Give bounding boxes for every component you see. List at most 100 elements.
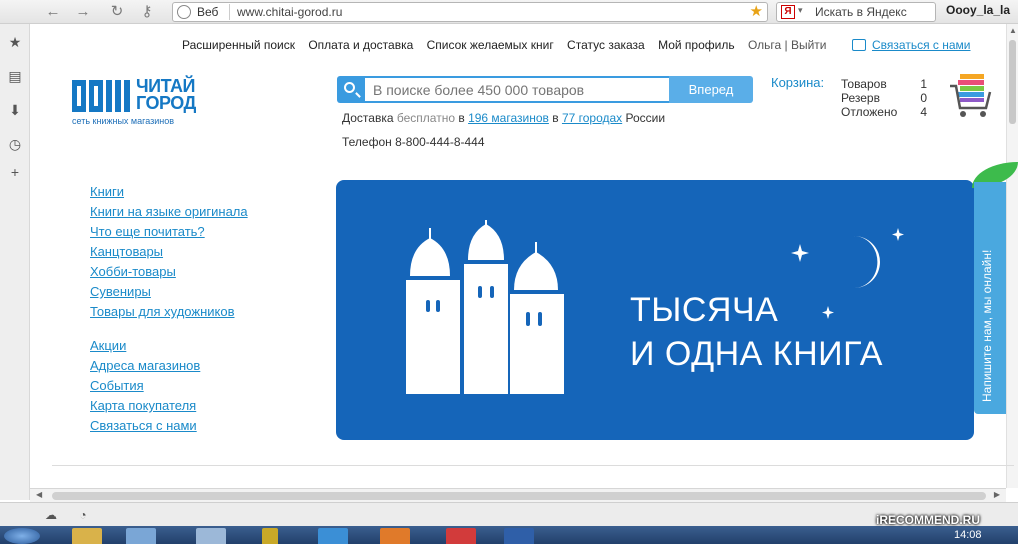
delivery-text-3: в (552, 111, 559, 125)
browser-user-name[interactable]: Oooy_la_la (946, 3, 1010, 17)
info-link[interactable]: Акции (90, 336, 200, 356)
category-link[interactable]: Хобби-товары (90, 262, 248, 282)
info-link[interactable]: Связаться с нами (90, 416, 200, 436)
address-bar[interactable]: Веб www.chitai-gorod.ru ★ (172, 2, 768, 22)
cloud-icon[interactable]: ☁ (44, 508, 58, 522)
top-link-profile[interactable]: Мой профиль (658, 38, 735, 52)
scroll-left-icon[interactable]: ◀ (36, 490, 42, 499)
back-icon[interactable]: ← (44, 3, 62, 21)
cart-row: Резерв 0 (841, 91, 927, 105)
info-link[interactable]: Адреса магазинов (90, 356, 200, 376)
delivery-info: Доставка бесплатно в 196 магазинов в 77 … (342, 111, 665, 125)
online-chat-tab[interactable]: Напишите нам, мы онлайн! (974, 182, 1006, 414)
note-icon[interactable]: ▤ (7, 68, 23, 84)
cart-summary[interactable]: Товаров 1 Резерв 0 Отложено 4 (841, 77, 927, 119)
vertical-scroll-thumb[interactable] (1009, 40, 1016, 124)
clock-icon[interactable]: ◷ (7, 136, 23, 152)
cart-row-value: 4 (920, 105, 927, 119)
category-link[interactable]: Канцтовары (90, 242, 248, 262)
opera-task-icon[interactable] (446, 528, 476, 544)
top-link-payment[interactable]: Оплата и доставка (308, 38, 413, 52)
divider (52, 465, 1014, 466)
horizontal-scrollbar[interactable]: ◀ ▶ (30, 488, 1006, 502)
info-links: Акции Адреса магазинов События Карта пок… (90, 336, 200, 436)
category-link[interactable]: Книги (90, 182, 248, 202)
search-icon-button[interactable] (337, 76, 365, 103)
cart-row: Отложено 4 (841, 105, 927, 119)
logo-mark-icon (72, 80, 130, 112)
yandex-search-placeholder[interactable]: Искать в Яндекс (815, 5, 907, 19)
site-search: Вперед (337, 76, 753, 103)
category-link[interactable]: Что еще почитать? (90, 222, 248, 242)
star-icon[interactable]: ★ (7, 34, 23, 50)
word-task-icon[interactable] (504, 528, 534, 544)
cities-link[interactable]: 77 городах (562, 111, 622, 125)
speed-icon[interactable]: ◔ (76, 508, 90, 522)
top-link-advanced-search[interactable]: Расширенный поиск (182, 38, 295, 52)
category-link[interactable]: Книги на языке оригинала (90, 202, 248, 222)
app-task-icon[interactable] (380, 528, 410, 544)
forward-icon[interactable]: → (74, 3, 92, 21)
cart-row-value: 0 (920, 91, 927, 105)
explorer-task-icon[interactable] (72, 528, 102, 544)
app-task-icon[interactable] (126, 528, 156, 544)
contact-us-top-link[interactable]: Связаться с нами (852, 38, 970, 52)
top-link-user-logout[interactable]: Ольга | Выйти (748, 38, 827, 52)
app-task-icon[interactable] (196, 528, 226, 544)
browser-toolbar: ← → ↻ ⚷ Веб www.chitai-gorod.ru ★ Я ▾ Ис… (0, 0, 1018, 24)
contact-us-top-label[interactable]: Связаться с нами (872, 38, 970, 52)
cart-label[interactable]: Корзина: (771, 75, 824, 90)
yandex-search-box[interactable]: Я ▾ Искать в Яндекс (776, 2, 936, 22)
cart-row-value: 1 (920, 77, 927, 91)
browser-side-panel: ★ ▤ ⬇ ◷ + (0, 24, 30, 500)
banner-headline: ТЫСЯЧА И ОДНА КНИГА (630, 288, 883, 376)
reload-icon[interactable]: ↻ (108, 3, 126, 21)
logo-subtitle: сеть книжных магазинов (72, 116, 175, 126)
chat-bubble-icon (852, 39, 866, 51)
logo-line-2: ГОРОД (136, 93, 196, 113)
globe-icon (177, 5, 191, 19)
ie-task-icon[interactable] (318, 528, 348, 544)
delivery-text-4: России (625, 111, 666, 125)
download-icon[interactable]: ⬇ (7, 102, 23, 118)
logo-wordmark: ЧИТАЙ ГОРОД (136, 77, 196, 113)
app-task-icon[interactable] (262, 528, 278, 544)
cart-row-name: Отложено (841, 105, 898, 119)
key-icon[interactable]: ⚷ (138, 3, 156, 21)
search-icon (344, 82, 355, 93)
search-input[interactable] (365, 76, 669, 103)
banner-line-1: ТЫСЯЧА (630, 291, 779, 329)
delivery-text-1: Доставка (342, 111, 394, 125)
delivery-free: бесплатно (396, 111, 456, 125)
online-chat-label: Напишите нам, мы онлайн! (980, 249, 994, 402)
search-submit-button[interactable]: Вперед (669, 76, 753, 103)
screen: ← → ↻ ⚷ Веб www.chitai-gorod.ru ★ Я ▾ Ис… (0, 0, 1018, 544)
top-link-wishlist[interactable]: Список желаемых книг (427, 38, 554, 52)
os-taskbar: 14:08 (0, 526, 1018, 544)
bookmark-star-icon[interactable]: ★ (750, 2, 763, 20)
top-link-order-status[interactable]: Статус заказа (567, 38, 645, 52)
address-url[interactable]: www.chitai-gorod.ru (237, 5, 342, 19)
plus-icon[interactable]: + (7, 164, 23, 180)
category-link[interactable]: Сувениры (90, 282, 248, 302)
clock[interactable]: 14:08 (954, 529, 982, 541)
vertical-scrollbar[interactable]: ▲ (1006, 24, 1018, 488)
info-link[interactable]: Карта покупателя (90, 396, 200, 416)
search-engine-dropdown-icon[interactable]: ▾ (798, 5, 803, 16)
cart-row-name: Резерв (841, 91, 880, 105)
scroll-right-icon[interactable]: ▶ (994, 490, 1000, 499)
cart-row: Товаров 1 (841, 77, 927, 91)
shopping-cart-icon[interactable] (948, 72, 992, 120)
category-link[interactable]: Товары для художников (90, 302, 248, 322)
cart-row-name: Товаров (841, 77, 887, 91)
horizontal-scroll-thumb[interactable] (52, 492, 986, 500)
watermark: iRECOMMEND.RU (876, 513, 980, 527)
info-link[interactable]: События (90, 376, 200, 396)
banner-line-2: И ОДНА КНИГА (630, 335, 883, 373)
promo-banner[interactable]: ТЫСЯЧА И ОДНА КНИГА (336, 180, 974, 440)
yandex-icon[interactable]: Я (781, 5, 795, 19)
start-button[interactable] (4, 528, 40, 544)
scroll-up-icon[interactable]: ▲ (1009, 26, 1017, 35)
top-links: Расширенный поиск Оплата и доставка Спис… (182, 38, 827, 52)
stores-link[interactable]: 196 магазинов (468, 111, 549, 125)
